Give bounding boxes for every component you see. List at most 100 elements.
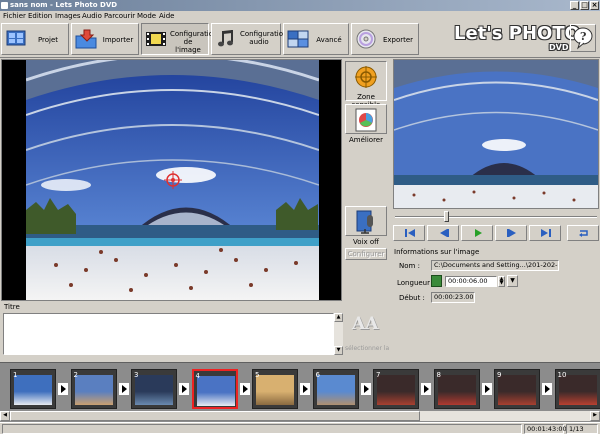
transition-arrow-icon[interactable] <box>360 383 371 395</box>
title-scrollbar[interactable]: ▲ ▼ <box>334 313 343 355</box>
thumbnail-number: 3 <box>134 371 139 379</box>
timeline-thumbnail[interactable]: 1 <box>10 369 56 409</box>
status-message <box>2 424 522 434</box>
title-textarea[interactable] <box>3 313 334 355</box>
status-page: 1/13 <box>566 424 598 434</box>
beach-dome-photo <box>26 60 319 300</box>
avance-button[interactable]: Avancé <box>283 23 349 55</box>
maximize-button[interactable]: □ <box>580 1 589 10</box>
config-audio-label-2: audio <box>249 38 269 46</box>
microphone-icon <box>356 210 373 234</box>
config-audio-button[interactable]: Configuration audio <box>211 23 288 55</box>
debut-field: 00:00:23.00 <box>431 292 475 303</box>
menu-images[interactable]: Images <box>55 12 81 20</box>
thumbnail-image <box>316 375 355 405</box>
image-info-panel: Informations sur l'image Nom : C:\Docume… <box>393 246 599 306</box>
importer-label: Importer <box>102 36 134 44</box>
timeline-thumbnail[interactable]: 7 <box>373 369 419 409</box>
thumbnail-image <box>377 375 415 405</box>
avance-label: Avancé <box>316 36 342 44</box>
longueur-field[interactable]: 00:00:06.00 <box>445 276 497 287</box>
config-image-label-2: de l'image <box>175 38 201 54</box>
close-button[interactable]: × <box>590 1 599 10</box>
debut-label: Début : <box>399 294 425 302</box>
thumbnail-number: 10 <box>557 371 567 379</box>
play-button[interactable] <box>461 225 493 241</box>
timeline-thumbnail[interactable]: 6 <box>312 369 359 409</box>
config-image-button[interactable]: Configuration de l'image <box>141 23 217 55</box>
status-duration: 00:01:43:00 <box>524 424 567 434</box>
scroll-left-arrow[interactable]: ◀ <box>0 411 10 421</box>
timeline-scrollbar[interactable]: ◀ ▶ <box>0 411 600 421</box>
exporter-button[interactable]: Exporter <box>351 23 419 55</box>
previous-button[interactable] <box>427 225 459 241</box>
exporter-label: Exporter <box>382 36 414 44</box>
timeline-thumbnail[interactable]: 8 <box>433 369 480 409</box>
next-button[interactable] <box>495 225 527 241</box>
thumbnail-image <box>437 375 476 405</box>
menu-parcourir[interactable]: Parcourir <box>104 12 135 20</box>
transition-arrow-icon[interactable] <box>239 383 250 395</box>
menu-fichier[interactable]: Fichier <box>3 12 26 20</box>
transition-arrow-icon[interactable] <box>118 383 129 395</box>
scroll-up-arrow[interactable]: ▲ <box>334 313 343 322</box>
menu-audio[interactable]: Audio <box>82 12 102 20</box>
longueur-stepper[interactable]: ▲ ▼ <box>498 276 505 287</box>
transition-arrow-icon[interactable] <box>542 383 552 395</box>
longueur-dropdown-button[interactable]: ▼ <box>507 275 518 287</box>
loop-button[interactable] <box>567 225 599 241</box>
info-heading: Informations sur l'image <box>394 248 480 256</box>
importer-button[interactable]: Importer <box>71 23 139 55</box>
config-audio-label-1: Configuration <box>240 30 288 38</box>
voix-off-button[interactable] <box>345 206 387 236</box>
help-button[interactable]: ? <box>570 24 596 52</box>
thumbnail-image <box>256 375 294 405</box>
disc-icon <box>356 29 376 49</box>
menu-mode[interactable]: Mode <box>137 12 156 20</box>
thumbnail-number: 1 <box>13 371 18 379</box>
timeline-thumbnail[interactable]: 3 <box>131 369 177 409</box>
configurer-button: Configurer <box>345 248 387 260</box>
project-icon <box>6 30 26 46</box>
transport-controls <box>393 225 599 241</box>
film-strip-icon <box>146 32 166 46</box>
logo-text: Let's PHOTO <box>454 23 580 44</box>
thumbnail-image <box>135 375 173 405</box>
projet-button[interactable]: Projet <box>1 23 69 55</box>
title-bar: sans nom - Lets Photo DVD _ □ × <box>0 0 600 11</box>
scroll-right-arrow[interactable]: ▶ <box>590 411 600 421</box>
main-image-preview[interactable] <box>1 59 342 301</box>
transition-arrow-icon[interactable] <box>179 383 189 395</box>
thumbnail-image <box>498 375 536 405</box>
timeline-thumbnail[interactable]: 10 <box>554 369 600 409</box>
thumbnail-number: 7 <box>376 371 381 379</box>
title-section: Titre ▲ ▼ <box>1 302 344 358</box>
configurer-label: Configurer <box>347 250 385 258</box>
thumbnail-number: 4 <box>195 372 200 380</box>
timeline-thumbnail[interactable]: 9 <box>494 369 540 409</box>
slider-track <box>395 216 597 218</box>
nom-label: Nom : <box>399 262 420 270</box>
ameliorer-button[interactable] <box>345 104 387 134</box>
playback-slider[interactable] <box>393 210 599 224</box>
transition-arrow-icon[interactable] <box>481 383 492 395</box>
photo-image <box>26 60 319 300</box>
thumbnail-number: 5 <box>255 371 260 379</box>
transition-arrow-icon[interactable] <box>58 383 68 395</box>
go-to-start-button[interactable] <box>393 225 425 241</box>
timeline-thumbnail[interactable]: 2 <box>70 369 117 409</box>
timeline-scroll-thumb[interactable] <box>10 411 420 421</box>
menu-edition[interactable]: Edition <box>28 12 52 20</box>
thumbnail-number: 8 <box>436 371 441 379</box>
longueur-label: Longueur : <box>397 279 435 287</box>
go-to-end-button[interactable] <box>529 225 561 241</box>
transition-arrow-icon[interactable] <box>300 383 310 395</box>
timeline-thumbnail[interactable]: 4 <box>191 369 238 409</box>
timeline-thumbnail[interactable]: 5 <box>252 369 298 409</box>
slider-thumb[interactable] <box>444 211 449 222</box>
minimize-button[interactable]: _ <box>570 1 579 10</box>
menu-aide[interactable]: Aide <box>159 12 174 20</box>
scroll-down-arrow[interactable]: ▼ <box>334 346 343 355</box>
play-icon <box>475 229 482 237</box>
transition-arrow-icon[interactable] <box>421 383 431 395</box>
